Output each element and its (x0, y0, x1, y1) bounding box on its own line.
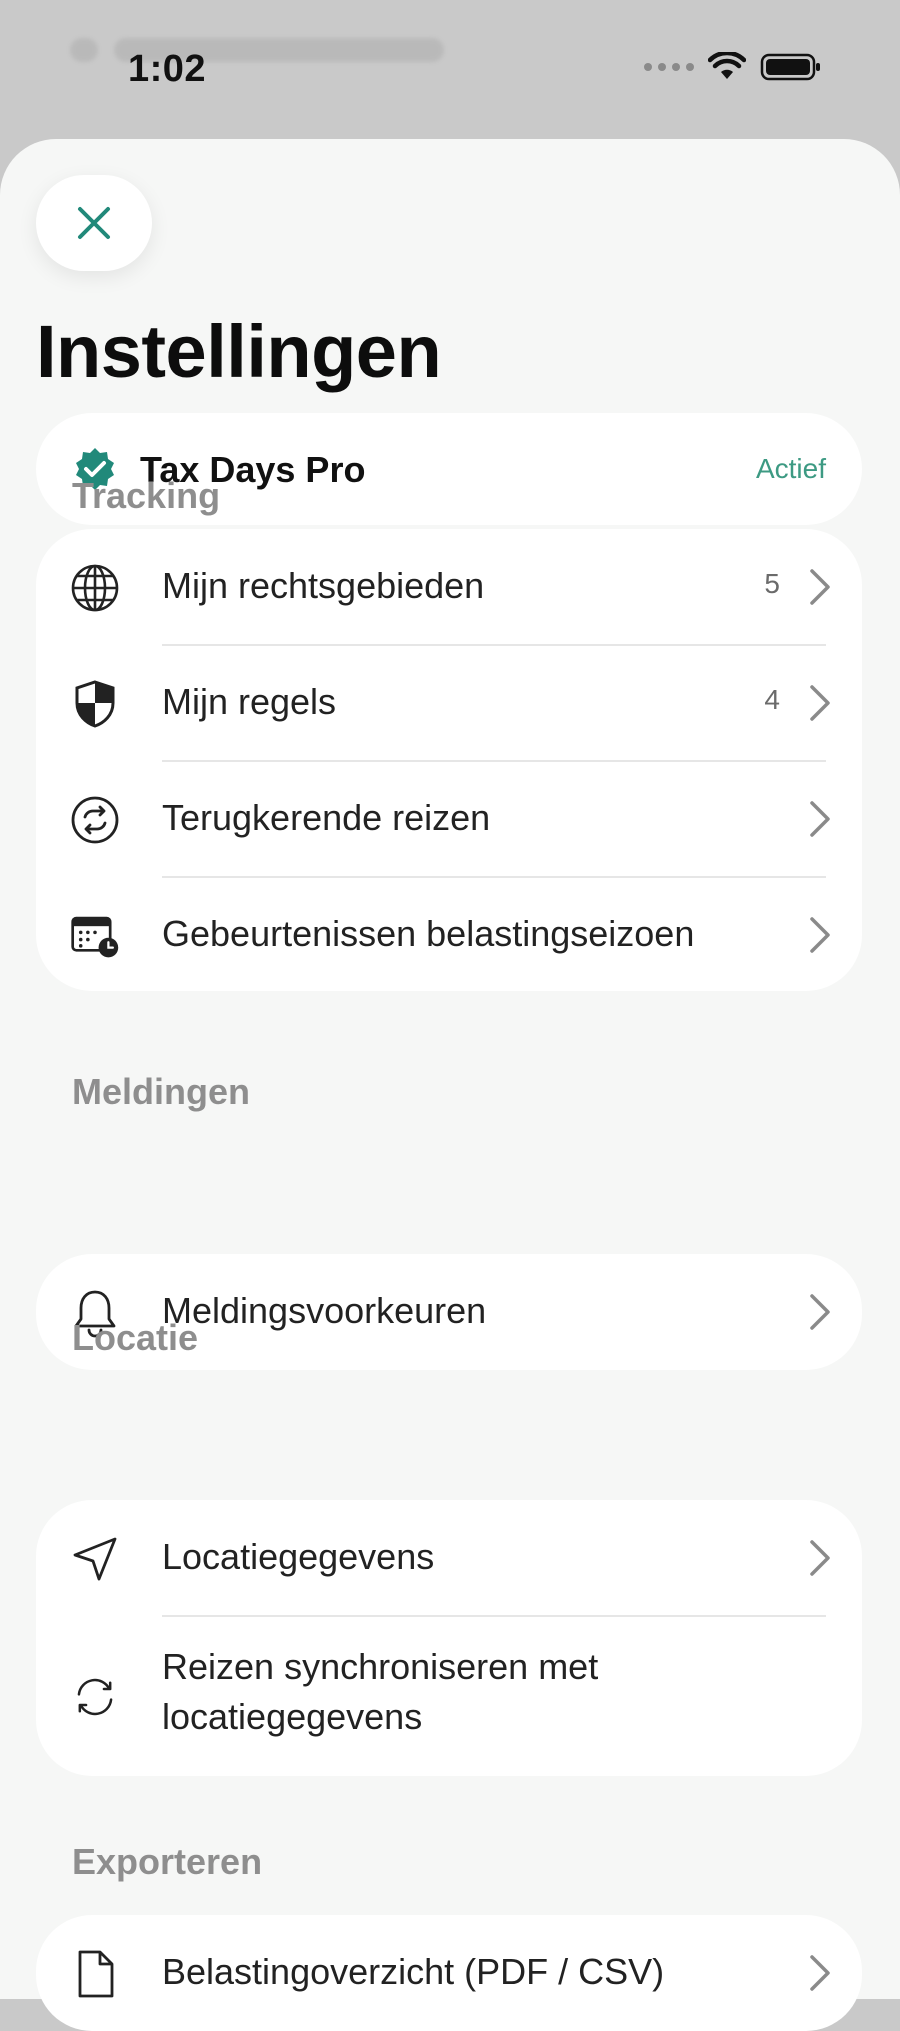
wifi-icon (708, 52, 746, 79)
sync-icon (70, 1672, 120, 1722)
chevron-right-icon (810, 1955, 830, 1991)
status-icons (644, 52, 822, 82)
row-rules[interactable]: Mijn regels 4 (36, 645, 862, 761)
location-card: Locatiegegevens Reizen synchroniseren me… (36, 1500, 862, 1776)
status-bar: 1:02 (0, 0, 900, 140)
chevron-right-icon (810, 685, 830, 721)
section-label-export: Exporteren (72, 1841, 263, 1882)
row-location-data[interactable]: Locatiegegevens (36, 1500, 862, 1616)
close-button[interactable] (36, 175, 152, 271)
row-label: Locatiegegevens (162, 1536, 435, 1577)
export-card: Belastingoverzicht (PDF / CSV) (36, 1915, 862, 2031)
cellular-signal-icon (644, 63, 694, 71)
settings-sheet: Instellingen Tax Days Pro Actief Trackin… (0, 139, 900, 2031)
row-tax-overview[interactable]: Belastingoverzicht (PDF / CSV) (36, 1915, 862, 2031)
row-label: Reizen synchroniseren met locatiegegeven… (162, 1646, 599, 1737)
close-icon (78, 207, 110, 239)
row-label: Gebeurtenissen belastingseizoen (162, 913, 695, 954)
background-content (70, 38, 444, 62)
calendar-clock-icon (70, 911, 120, 961)
row-label: Mijn regels (162, 681, 337, 722)
globe-icon (70, 563, 120, 613)
row-sync-trips[interactable]: Reizen synchroniseren met locatiegegeven… (36, 1616, 862, 1776)
section-label-location: Locatie (72, 1317, 199, 1358)
row-recurring-trips[interactable]: Terugkerende reizen (36, 761, 862, 877)
row-jurisdictions[interactable]: Mijn rechtsgebieden 5 (36, 529, 862, 645)
chevron-right-icon (810, 569, 830, 605)
tracking-card: Mijn rechtsgebieden 5 Mijn regels 4 Teru… (36, 529, 862, 991)
status-time: 1:02 (128, 48, 207, 90)
battery-icon (760, 53, 820, 81)
row-label: Belastingoverzicht (PDF / CSV) (162, 1951, 665, 1992)
row-label: Meldingsvoorkeuren (162, 1290, 487, 1331)
row-label: Terugkerende reizen (162, 797, 491, 838)
row-tax-season-events[interactable]: Gebeurtenissen belastingseizoen (36, 877, 862, 993)
chevron-right-icon (810, 1294, 830, 1330)
repeat-icon (70, 795, 120, 845)
shield-icon (70, 679, 120, 729)
row-label: Mijn rechtsgebieden (162, 565, 485, 606)
chevron-right-icon (810, 1540, 830, 1576)
chevron-right-icon (810, 917, 830, 953)
row-count: 5 (764, 568, 780, 599)
section-label-tracking: Tracking (72, 475, 221, 516)
location-arrow-icon (70, 1534, 120, 1584)
chevron-right-icon (810, 801, 830, 837)
subscription-status: Actief (755, 453, 826, 484)
row-count: 4 (764, 684, 780, 715)
section-label-notifications: Meldingen (72, 1071, 250, 1112)
page-title: Instellingen (36, 310, 442, 393)
